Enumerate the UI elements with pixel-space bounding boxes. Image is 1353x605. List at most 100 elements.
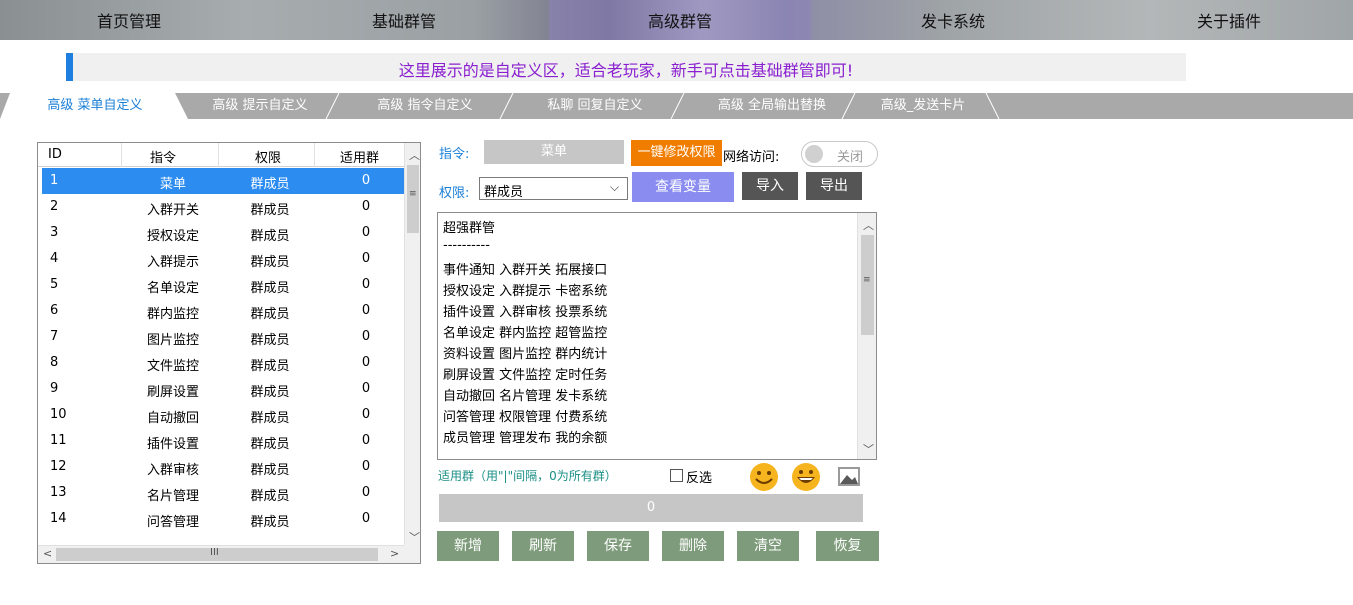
net-access-label: 网络访问: bbox=[723, 150, 780, 165]
table-row[interactable]: 11 插件设置 群成员 0 bbox=[42, 428, 404, 454]
cell-command: 授权设定 bbox=[146, 229, 199, 244]
reverse-label: 反选 bbox=[686, 471, 713, 486]
top-nav: 首页管理 基础群管 高级群管 发卡系统 关于插件 bbox=[0, 0, 1353, 40]
nav-item-card-system[interactable]: 发卡系统 bbox=[921, 8, 985, 32]
header-groups[interactable]: 适用群 bbox=[340, 147, 379, 166]
permission-label: 权限: bbox=[439, 186, 470, 201]
scroll-right-icon[interactable]: > bbox=[390, 547, 399, 560]
table-row[interactable]: 3 授权设定 群成员 0 bbox=[42, 220, 404, 246]
smile-emoji-icon[interactable] bbox=[747, 461, 781, 493]
cell-groups: 0 bbox=[361, 407, 371, 422]
restore-button[interactable]: 恢复 bbox=[816, 531, 879, 561]
scroll-thumb[interactable] bbox=[861, 235, 874, 335]
tab-command-custom[interactable]: 高级 指令自定义 bbox=[360, 93, 490, 119]
scroll-left-icon[interactable]: < bbox=[43, 547, 52, 560]
image-icon[interactable] bbox=[837, 466, 861, 488]
cell-command: 群内监控 bbox=[146, 307, 199, 322]
chevron-down-icon: ⌵ bbox=[610, 180, 620, 194]
table-row[interactable]: 13 名片管理 群成员 0 bbox=[42, 480, 404, 506]
grip-icon: ≡ bbox=[409, 189, 417, 199]
delete-button[interactable]: 删除 bbox=[662, 531, 724, 561]
cell-groups: 0 bbox=[361, 511, 371, 526]
textarea-scrollbar[interactable]: ︿ ≡ ﹀ bbox=[857, 213, 876, 459]
table-row[interactable]: 8 文件监控 群成员 0 bbox=[42, 350, 404, 376]
reverse-checkbox[interactable] bbox=[670, 469, 683, 482]
cell-permission: 群成员 bbox=[250, 515, 290, 530]
content-line: 成员管理 管理发布 我的余额 bbox=[443, 431, 608, 446]
table-row[interactable]: 12 入群审核 群成员 0 bbox=[42, 454, 404, 480]
content-line: 授权设定 入群提示 卡密系统 bbox=[443, 284, 608, 299]
tab-send-card[interactable]: 高级_发送卡片 bbox=[863, 93, 983, 119]
table-row[interactable]: 5 名单设定 群成员 0 bbox=[42, 272, 404, 298]
tab-hint-custom[interactable]: 高级 提示自定义 bbox=[195, 93, 325, 119]
table-row[interactable]: 1 菜单 群成员 0 bbox=[42, 168, 404, 194]
grip-icon: III bbox=[210, 547, 219, 558]
header-divider bbox=[314, 143, 315, 167]
save-button[interactable]: 保存 bbox=[587, 531, 649, 561]
content-line: 资料设置 图片监控 群内统计 bbox=[443, 347, 608, 362]
cell-id: 1 bbox=[50, 173, 59, 188]
table-row[interactable]: 7 图片监控 群成员 0 bbox=[42, 324, 404, 350]
header-divider bbox=[121, 143, 122, 167]
cell-permission: 群成员 bbox=[250, 463, 290, 478]
export-button[interactable]: 导出 bbox=[806, 172, 862, 200]
scroll-down-icon[interactable]: ﹀ bbox=[409, 529, 420, 545]
view-variables-button[interactable]: 查看变量 bbox=[632, 172, 734, 202]
cell-id: 7 bbox=[50, 329, 59, 344]
cell-id: 11 bbox=[50, 433, 67, 448]
header-command[interactable]: 指令 bbox=[150, 147, 176, 166]
command-table[interactable]: ID 指令 权限 适用群 1 菜单 群成员 0 2 入群开关 群成员 0 3 授权设定 群成员 0 4 入… bbox=[37, 142, 421, 564]
cell-id: 3 bbox=[50, 225, 59, 240]
content-line: 事件通知 入群开关 拓展接口 bbox=[443, 263, 608, 278]
cell-permission: 群成员 bbox=[250, 489, 290, 504]
cell-id: 10 bbox=[50, 407, 67, 422]
nav-item-home[interactable]: 首页管理 bbox=[97, 8, 161, 32]
tab-menu-custom[interactable]: 高级 菜单自定义 bbox=[30, 93, 160, 119]
header-permission[interactable]: 权限 bbox=[255, 147, 281, 166]
table-row[interactable]: 2 入群开关 群成员 0 bbox=[42, 194, 404, 220]
table-row[interactable]: 9 刷屏设置 群成员 0 bbox=[42, 376, 404, 402]
modify-permission-button[interactable]: 一键修改权限 bbox=[631, 140, 722, 166]
nav-item-advanced[interactable]: 高级群管 bbox=[648, 8, 712, 32]
table-row[interactable]: 14 问答管理 群成员 0 bbox=[42, 506, 404, 532]
add-button[interactable]: 新增 bbox=[437, 531, 499, 561]
cell-command: 问答管理 bbox=[146, 515, 199, 530]
vertical-scrollbar[interactable]: ︿ ≡ ﹀ bbox=[404, 143, 420, 545]
cell-groups: 0 bbox=[361, 225, 371, 240]
command-input[interactable]: 菜单 bbox=[484, 140, 624, 164]
table-row[interactable]: 6 群内监控 群成员 0 bbox=[42, 298, 404, 324]
cell-id: 12 bbox=[50, 459, 67, 474]
grin-emoji-icon[interactable] bbox=[789, 461, 823, 493]
nav-item-basic[interactable]: 基础群管 bbox=[372, 8, 436, 32]
import-button[interactable]: 导入 bbox=[742, 172, 798, 200]
table-row[interactable]: 4 入群提示 群成员 0 bbox=[42, 246, 404, 272]
content-line: 名单设定 群内监控 超管监控 bbox=[443, 326, 608, 341]
cell-permission: 群成员 bbox=[250, 359, 290, 374]
scroll-thumb[interactable] bbox=[407, 165, 419, 233]
permission-select[interactable]: 群成员 ⌵ bbox=[479, 177, 628, 200]
cell-id: 8 bbox=[50, 355, 59, 370]
cell-permission: 群成员 bbox=[250, 411, 290, 426]
scroll-up-icon[interactable]: ︿ bbox=[409, 147, 420, 163]
cell-id: 4 bbox=[50, 251, 59, 266]
cell-groups: 0 bbox=[361, 381, 371, 396]
clear-button[interactable]: 清空 bbox=[737, 531, 799, 561]
table-row[interactable]: 10 自动撤回 群成员 0 bbox=[42, 402, 404, 428]
menu-content-textarea[interactable]: 超强群管 ---------- 事件通知 入群开关 拓展接口 授权设定 入群提示 卡密… bbox=[437, 212, 877, 460]
cell-permission: 群成员 bbox=[250, 385, 290, 400]
scroll-down-icon[interactable]: ﹀ bbox=[863, 441, 874, 457]
tab-global-replace[interactable]: 高级 全局输出替换 bbox=[697, 93, 847, 119]
header-id[interactable]: ID bbox=[48, 147, 62, 162]
refresh-button[interactable]: 刷新 bbox=[512, 531, 574, 561]
scroll-up-icon[interactable]: ︿ bbox=[863, 217, 874, 233]
cell-permission: 群成员 bbox=[250, 203, 290, 218]
cell-id: 6 bbox=[50, 303, 59, 318]
net-access-toggle[interactable]: 关闭 bbox=[801, 141, 878, 167]
table-header: ID 指令 权限 适用群 bbox=[38, 143, 404, 167]
cell-id: 14 bbox=[50, 511, 67, 526]
cell-permission: 群成员 bbox=[250, 281, 290, 296]
nav-item-about[interactable]: 关于插件 bbox=[1197, 8, 1261, 32]
horizontal-scrollbar[interactable]: < III > bbox=[38, 545, 404, 563]
group-input[interactable]: 0 bbox=[439, 494, 863, 522]
tab-private-reply[interactable]: 私聊 回复自定义 bbox=[530, 93, 660, 119]
